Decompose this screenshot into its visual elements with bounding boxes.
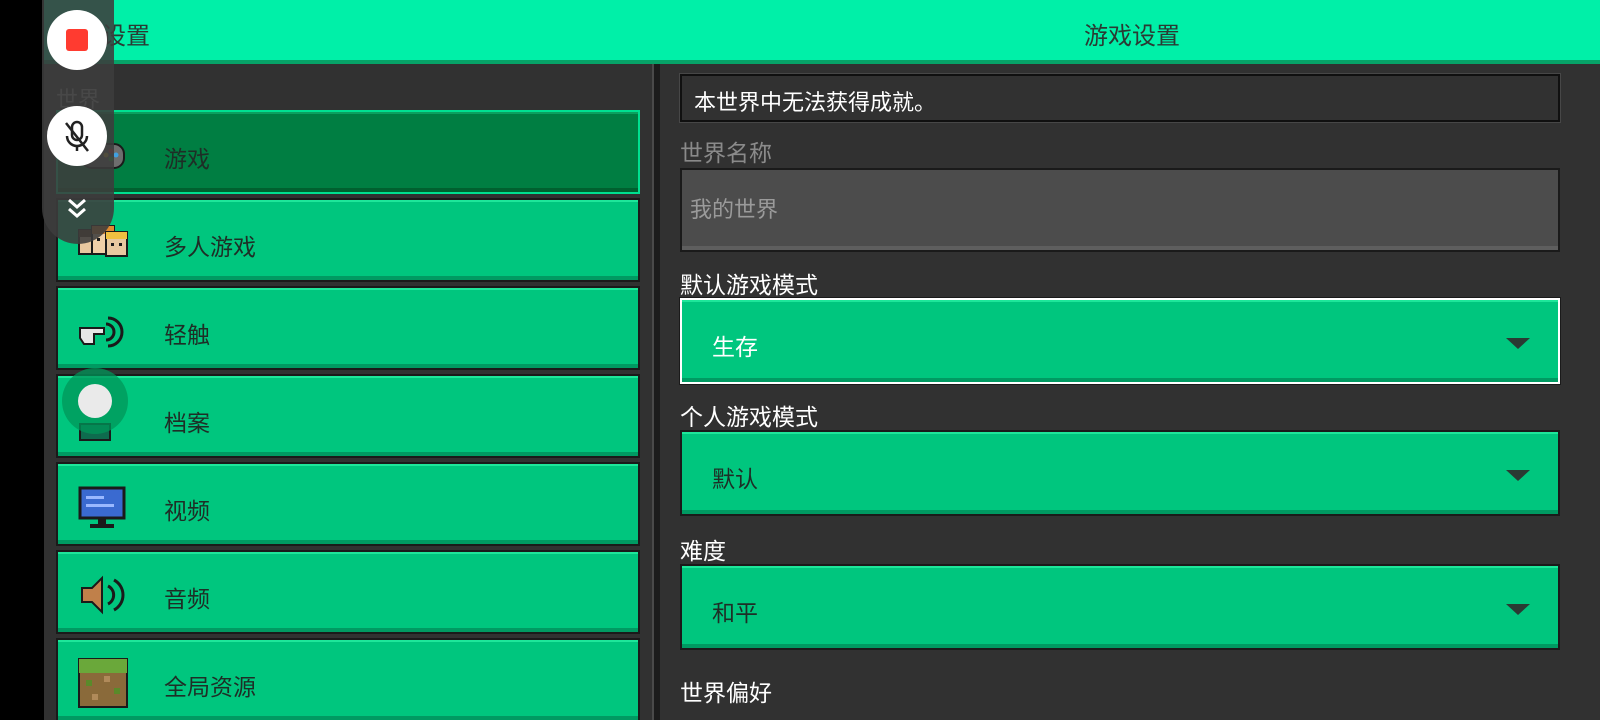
settings-content[interactable]: 本世界中无法获得成就。 世界名称 默认游戏模式 生存 个人游戏模式 默认 难度 …: [664, 64, 1600, 720]
dropdown-value: 生存: [712, 335, 758, 361]
personal-game-mode-label: 个人游戏模式: [680, 405, 818, 431]
world-name-label: 世界名称: [680, 141, 772, 167]
dropdown-value: 默认: [712, 467, 758, 493]
chevron-down-icon: [1506, 470, 1530, 481]
speaker-icon: [81, 575, 125, 615]
double-chevron-down-icon[interactable]: [62, 194, 92, 224]
sidebar-item-game[interactable]: 游戏: [56, 110, 640, 194]
floating-assist-ball[interactable]: [62, 368, 128, 434]
chevron-down-icon: [1506, 338, 1530, 349]
default-game-mode-dropdown[interactable]: 生存: [679, 297, 1561, 385]
sidebar-item-label: 音频: [164, 587, 210, 613]
chevron-down-icon: [1506, 604, 1530, 615]
settings-sidebar: 世界 游戏 多人游戏: [44, 64, 652, 720]
mic-toggle-button[interactable]: [47, 106, 107, 166]
world-name-input[interactable]: [680, 168, 1560, 252]
sidebar-item-video[interactable]: 视频: [56, 462, 640, 546]
sidebar-divider: [652, 64, 660, 720]
header-bar: 设置 游戏设置: [44, 0, 1600, 64]
achievements-notice: 本世界中无法获得成就。: [679, 73, 1561, 123]
game-settings-screen: 设置 游戏设置 世界 游戏 多人游戏: [44, 0, 1600, 720]
sidebar-item-touch[interactable]: 轻触: [56, 286, 640, 370]
sidebar-item-label: 全局资源: [164, 675, 256, 701]
sidebar-item-profile[interactable]: 档案: [56, 374, 640, 458]
sidebar-item-multiplayer[interactable]: 多人游戏: [56, 198, 640, 282]
monitor-icon: [78, 486, 126, 528]
sidebar-item-label: 游戏: [164, 147, 210, 173]
record-stop-button[interactable]: [47, 10, 107, 70]
sidebar-item-global-resources[interactable]: 全局资源: [56, 638, 640, 720]
sidebar-item-label: 轻触: [164, 323, 210, 349]
floating-ball-knob: [78, 384, 112, 418]
world-preferences-label: 世界偏好: [680, 681, 772, 707]
page-title: 游戏设置: [1084, 22, 1180, 50]
default-game-mode-label: 默认游戏模式: [680, 273, 818, 299]
touch-hand-icon: [79, 316, 124, 348]
sidebar-item-label: 视频: [164, 499, 210, 525]
record-stop-icon: [66, 29, 88, 51]
sidebar-item-label: 多人游戏: [164, 235, 256, 261]
dropdown-value: 和平: [712, 601, 758, 627]
sidebar-item-label: 档案: [164, 411, 210, 437]
grass-block-icon: [78, 658, 128, 708]
notice-text: 本世界中无法获得成就。: [694, 91, 937, 116]
difficulty-label: 难度: [680, 539, 726, 565]
personal-game-mode-dropdown[interactable]: 默认: [680, 430, 1560, 516]
mic-muted-icon: [65, 120, 89, 152]
difficulty-dropdown[interactable]: 和平: [680, 564, 1560, 650]
sidebar-item-audio[interactable]: 音频: [56, 550, 640, 634]
